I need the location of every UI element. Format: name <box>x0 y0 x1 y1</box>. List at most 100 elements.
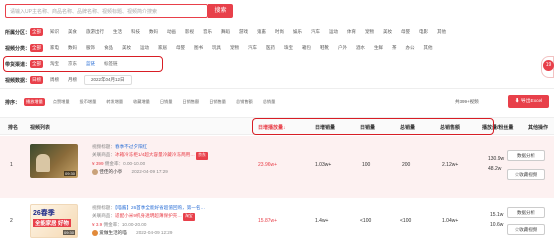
part-items-chip[interactable]: 运动 <box>327 28 340 36</box>
export-excel-button[interactable]: ⬇ 导出Excel <box>508 95 549 108</box>
partition-label: 所属分区： <box>5 29 31 36</box>
part-items-chip[interactable]: 时尚 <box>273 28 286 36</box>
avatar[interactable] <box>92 169 98 176</box>
side-floating-badge[interactable]: 19 <box>541 56 554 78</box>
cat-items-chip[interactable]: 运动 <box>138 44 151 52</box>
sort-option[interactable]: 日销售额 <box>180 98 201 106</box>
product-label: 关联商品： <box>92 151 115 157</box>
sort-option[interactable]: 投币增量 <box>78 98 99 106</box>
cat-items-chip[interactable]: 母婴 <box>174 44 187 52</box>
daily-sales-value: <100 <box>360 218 372 224</box>
result-count: 共399+视频 <box>455 99 479 104</box>
cat-items-chip[interactable]: 茶 <box>390 44 399 52</box>
part-items-chip[interactable]: 美妆 <box>381 28 394 36</box>
ratio-play: 130.9w <box>488 156 505 162</box>
cat-items-chip[interactable]: 全部 <box>30 44 44 52</box>
sort-option[interactable]: 点赞增量 <box>51 98 72 106</box>
avatar[interactable] <box>92 230 98 237</box>
author-name[interactable]: 佳佳的小亭 <box>99 169 122 174</box>
author-name[interactable]: 爱做生活的喵 <box>99 230 127 235</box>
video-duration: 09:30 <box>62 230 75 235</box>
time-items-chip[interactable]: 月榜 <box>66 76 79 84</box>
part-items-chip[interactable]: 生活 <box>111 28 124 36</box>
video-thumbnail[interactable]: 26春季 全能家居 好物 09:30 <box>30 204 78 238</box>
part-items-chip[interactable]: 汽车 <box>309 28 322 36</box>
cat-items-chip[interactable]: 珠宝 <box>282 44 295 52</box>
cat-items-chip[interactable]: 宠物 <box>228 44 241 52</box>
product-label: 关联商品： <box>92 212 115 218</box>
cat-items-chip[interactable]: 汽车 <box>246 44 259 52</box>
search-button[interactable]: 搜索 <box>208 4 233 18</box>
ch-items-chip[interactable]: 淘宝 <box>48 60 61 68</box>
cat-items-chip[interactable]: 鞋靴 <box>318 44 331 52</box>
partition-filter-row: 所属分区： 全部 知识 美食 旅游出行 生活 科技 数码 动画 影视 音乐 舞蹈 游戏 鬼畜 时尚 娱乐 汽车… <box>5 28 453 36</box>
cat-items-chip[interactable]: 其他 <box>422 44 435 52</box>
video-title-link[interactable]: 【喵酱】26首季全能好省超值回购，第一名… <box>115 205 205 210</box>
time-items-chip[interactable]: 日榜 <box>30 76 44 84</box>
part-items-chip[interactable]: 影视 <box>183 28 196 36</box>
part-items-chip[interactable]: 动画 <box>165 28 178 36</box>
sales-channel-label: 带货渠道： <box>5 61 31 68</box>
product-link[interactable]: 冰箱冷冻柜1/4超大容量冷藏冷冻两用… <box>115 152 195 157</box>
part-items-chip[interactable]: 数码 <box>147 28 160 36</box>
search-input[interactable]: 请输入UP主名称、商品名称、品牌名称、视频标题、视频简介搜索 <box>5 4 208 18</box>
cat-items-chip[interactable]: 玩具 <box>210 44 223 52</box>
cat-items-chip[interactable]: 家电 <box>48 44 61 52</box>
favorite-video-button[interactable]: ☆收藏视频 <box>507 169 545 180</box>
sort-option[interactable]: 日销售量 <box>207 98 228 106</box>
date-picker[interactable]: 2022年04月12日 <box>84 75 132 85</box>
part-items-chip[interactable]: 音乐 <box>201 28 214 36</box>
sort-option[interactable]: 日销量 <box>158 98 175 106</box>
cat-items-chip[interactable]: 美妆 <box>120 44 133 52</box>
part-items-chip[interactable]: 娱乐 <box>291 28 304 36</box>
part-items-chip[interactable]: 舞蹈 <box>219 28 232 36</box>
sales-channel-row: 带货渠道： 全部 淘宝 京东 蓝链 标签链 <box>5 60 125 68</box>
cat-items-chip[interactable]: 家居 <box>156 44 169 52</box>
part-items-chip[interactable]: 知识 <box>48 28 61 36</box>
sort-option[interactable]: 转发增量 <box>104 98 125 106</box>
part-items-chip[interactable]: 其他 <box>435 28 448 36</box>
cat-items-chip[interactable]: 箱包 <box>300 44 313 52</box>
sort-option[interactable]: 总销售额 <box>234 98 255 106</box>
part-items-chip[interactable]: 体育 <box>345 28 358 36</box>
part-items-chip[interactable]: 鬼畜 <box>255 28 268 36</box>
sort-option[interactable]: 播放增量 <box>24 98 45 106</box>
cat-items-chip[interactable]: 酒水 <box>354 44 367 52</box>
cat-items-chip[interactable]: 医药 <box>264 44 277 52</box>
cat-items-chip[interactable]: 数码 <box>66 44 79 52</box>
part-items-chip[interactable]: 母婴 <box>399 28 412 36</box>
part-items-chip[interactable]: 游戏 <box>237 28 250 36</box>
part-items-chip[interactable]: 旅游出行 <box>84 28 106 36</box>
time-filter-row: 视频数据： 日榜 周榜 月榜 2022年04月12日 <box>5 75 137 85</box>
favorite-video-button[interactable]: ☆收藏视频 <box>507 224 545 235</box>
part-items-chip[interactable]: 电影 <box>417 28 430 36</box>
cat-items-chip[interactable]: 生鲜 <box>372 44 385 52</box>
part-items-chip[interactable]: 全部 <box>30 28 44 36</box>
ch-items-chip[interactable]: 全部 <box>30 60 44 68</box>
ch-items-chip[interactable]: 蓝链 <box>84 60 97 68</box>
part-items-chip[interactable]: 宠物 <box>363 28 376 36</box>
time-items-chip[interactable]: 周榜 <box>48 76 61 84</box>
cat-items-chip[interactable]: 食品 <box>102 44 115 52</box>
data-analysis-button[interactable]: 数据分析 <box>507 207 545 218</box>
part-items-chip[interactable]: 美食 <box>66 28 79 36</box>
title-label: 视频标题： <box>92 144 115 149</box>
video-title-link[interactable]: 春季不过夕阳红 <box>115 144 147 149</box>
daily-sales-value: 100 <box>362 162 371 168</box>
ch-items-chip[interactable]: 标签链 <box>102 60 120 68</box>
product-price: ¥ 399 <box>92 160 104 166</box>
ch-items-chip[interactable]: 京东 <box>66 60 79 68</box>
cat-items-chip[interactable]: 办公 <box>404 44 417 52</box>
video-thumbnail[interactable]: 09:30 <box>30 144 78 178</box>
cat-items-chip[interactable]: 图书 <box>192 44 205 52</box>
cat-items-chip[interactable]: 服饰 <box>84 44 97 52</box>
part-items-chip[interactable]: 科技 <box>129 28 142 36</box>
total-sales-value: <100 <box>400 218 412 224</box>
sort-option[interactable]: 总销量 <box>261 98 278 106</box>
video-info: 视频标题：春季不过夕阳红 关联商品：冰箱冷冻柜1/4超大容量冷藏冷冻两用… 京东… <box>92 143 252 176</box>
data-analysis-button[interactable]: 数据分析 <box>507 150 545 161</box>
sort-option[interactable]: 收藏增量 <box>131 98 152 106</box>
cat-items-chip[interactable]: 户外 <box>336 44 349 52</box>
product-link[interactable]: 适配小米9机身透明超薄保护壳… <box>115 213 182 218</box>
side-badge-count: 19 <box>543 60 554 71</box>
